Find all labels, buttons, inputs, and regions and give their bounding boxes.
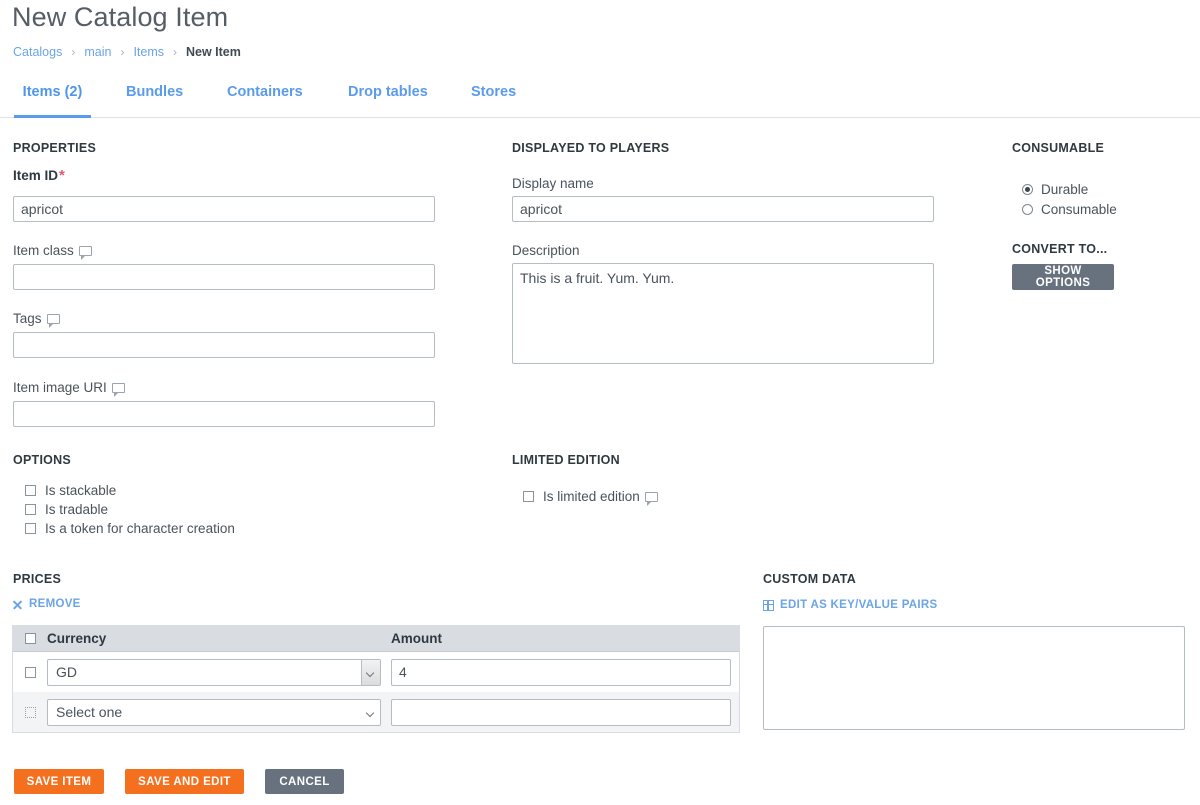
label-item-id: Item ID *: [13, 168, 65, 183]
save-and-edit-button[interactable]: Save and edit: [125, 769, 244, 794]
amount-input[interactable]: [391, 698, 731, 726]
amount-input[interactable]: [391, 658, 731, 686]
chevron-down-icon[interactable]: [361, 700, 380, 725]
checkbox-icon[interactable]: [25, 523, 36, 534]
checkbox-is-limited-edition-label: Is limited edition: [543, 489, 640, 504]
tooltip-bubble-icon[interactable]: [111, 382, 125, 397]
section-heading-displayed-to-players: DISPLAYED TO PLAYERS: [512, 141, 670, 155]
label-item-id-text: Item ID: [13, 168, 59, 183]
display-name-input[interactable]: [512, 196, 934, 222]
checkbox-is-limited-edition[interactable]: Is limited edition: [523, 489, 658, 506]
prices-table: Currency Amount GD Selec: [12, 625, 740, 733]
tab-bar: Items (2) Bundles Containers Drop tables…: [0, 78, 1200, 118]
prices-table-header-row: Currency Amount: [13, 625, 739, 652]
label-tags-text: Tags: [13, 311, 42, 326]
select-all-checkbox-cell[interactable]: [13, 632, 47, 644]
cancel-button[interactable]: Cancel: [265, 769, 344, 794]
table-row: GD: [13, 652, 739, 692]
breadcrumb-separator-icon: ›: [173, 45, 177, 59]
section-heading-properties: PROPERTIES: [13, 141, 97, 155]
label-tags: Tags: [13, 311, 60, 328]
label-item-image-uri: Item image URI: [13, 380, 125, 397]
checkbox-is-token-label: Is a token for character creation: [45, 521, 235, 536]
tab-drop-tables[interactable]: Drop tables: [348, 78, 428, 118]
currency-select-wrapper[interactable]: Select one: [47, 698, 381, 726]
description-textarea[interactable]: This is a fruit. Yum. Yum.: [512, 263, 934, 364]
tooltip-bubble-icon[interactable]: [46, 313, 60, 328]
currency-select[interactable]: GD: [47, 658, 381, 686]
label-item-class-text: Item class: [13, 243, 74, 258]
checkbox-icon[interactable]: [523, 491, 534, 502]
checkbox-icon[interactable]: [25, 504, 36, 515]
section-heading-consumable: CONSUMABLE: [1012, 141, 1105, 155]
amount-input-wrapper: [391, 698, 731, 726]
item-image-uri-input[interactable]: [13, 401, 435, 427]
breadcrumb-item-items[interactable]: Items: [133, 45, 164, 59]
edit-as-key-value-pairs-label: Edit as key/value pairs: [780, 599, 938, 611]
checkbox-is-tradable[interactable]: Is tradable: [25, 502, 108, 517]
breadcrumb-item-current: New Item: [186, 45, 241, 59]
checkbox-is-tradable-label: Is tradable: [45, 502, 109, 517]
section-heading-custom-data: CUSTOM DATA: [763, 572, 857, 586]
save-item-button[interactable]: Save item: [14, 769, 104, 794]
currency-select-value: GD: [56, 664, 77, 680]
tab-items[interactable]: Items (2): [14, 78, 91, 118]
breadcrumb: Catalogs › main › Items › New Item: [13, 45, 241, 59]
breadcrumb-item-catalogs[interactable]: Catalogs: [13, 45, 62, 59]
label-display-name: Display name: [512, 176, 594, 191]
page-title: New Catalog Item: [12, 2, 229, 32]
radio-option-durable[interactable]: Durable: [1022, 182, 1088, 197]
section-heading-options: OPTIONS: [13, 453, 72, 467]
radio-consumable-label: Consumable: [1041, 202, 1117, 217]
section-heading-limited-edition: LIMITED EDITION: [512, 453, 620, 467]
column-header-currency: Currency: [47, 630, 107, 646]
item-class-input[interactable]: [13, 264, 435, 290]
row-checkbox-cell[interactable]: [13, 706, 47, 718]
radio-consumable-icon[interactable]: [1022, 204, 1033, 215]
amount-input-wrapper: [391, 658, 731, 686]
label-item-image-uri-text: Item image URI: [13, 380, 107, 395]
remove-price-label: Remove: [29, 598, 81, 610]
currency-select-value: Select one: [56, 704, 123, 720]
currency-select[interactable]: Select one: [47, 698, 381, 726]
section-heading-prices: PRICES: [13, 572, 62, 586]
breadcrumb-separator-icon: ›: [71, 45, 76, 59]
tab-stores[interactable]: Stores: [471, 78, 516, 118]
column-header-amount: Amount: [391, 630, 442, 646]
breadcrumb-separator-icon: ›: [120, 45, 125, 59]
custom-data-textarea[interactable]: [763, 626, 1185, 730]
tab-containers[interactable]: Containers: [227, 78, 303, 118]
section-heading-convert-to: CONVERT TO...: [1012, 242, 1108, 256]
grid-icon: [763, 599, 774, 611]
radio-durable-icon[interactable]: [1022, 184, 1033, 195]
item-id-input[interactable]: [13, 196, 435, 222]
label-item-class: Item class: [13, 243, 92, 260]
row-checkbox-cell[interactable]: [13, 666, 47, 678]
checkbox-is-token-for-character-creation[interactable]: Is a token for character creation: [25, 521, 235, 536]
table-row: Select one: [13, 692, 739, 732]
close-x-icon: [12, 599, 23, 610]
tooltip-bubble-icon[interactable]: [78, 245, 92, 260]
row-checkbox-icon[interactable]: [24, 706, 36, 718]
breadcrumb-item-main[interactable]: main: [84, 45, 111, 59]
currency-select-wrapper[interactable]: GD: [47, 658, 381, 686]
radio-durable-label: Durable: [1041, 182, 1089, 197]
edit-as-key-value-pairs-link[interactable]: Edit as key/value pairs: [763, 599, 937, 611]
radio-option-consumable[interactable]: Consumable: [1022, 202, 1117, 217]
tags-input[interactable]: [13, 332, 435, 358]
checkbox-is-stackable[interactable]: Is stackable: [25, 483, 116, 498]
select-all-checkbox-icon[interactable]: [24, 632, 36, 644]
label-description: Description: [512, 243, 580, 258]
checkbox-is-stackable-label: Is stackable: [45, 483, 117, 498]
chevron-down-icon[interactable]: [361, 659, 380, 685]
tab-bundles[interactable]: Bundles: [126, 78, 183, 118]
row-checkbox-icon[interactable]: [24, 666, 36, 678]
new-catalog-item-page: New Catalog Item Catalogs › main › Items…: [0, 0, 1200, 805]
tooltip-bubble-icon[interactable]: [644, 491, 658, 506]
checkbox-icon[interactable]: [25, 485, 36, 496]
show-options-button[interactable]: Show options: [1012, 264, 1114, 290]
required-asterisk-icon: *: [59, 167, 65, 184]
remove-price-link[interactable]: Remove: [12, 598, 81, 610]
